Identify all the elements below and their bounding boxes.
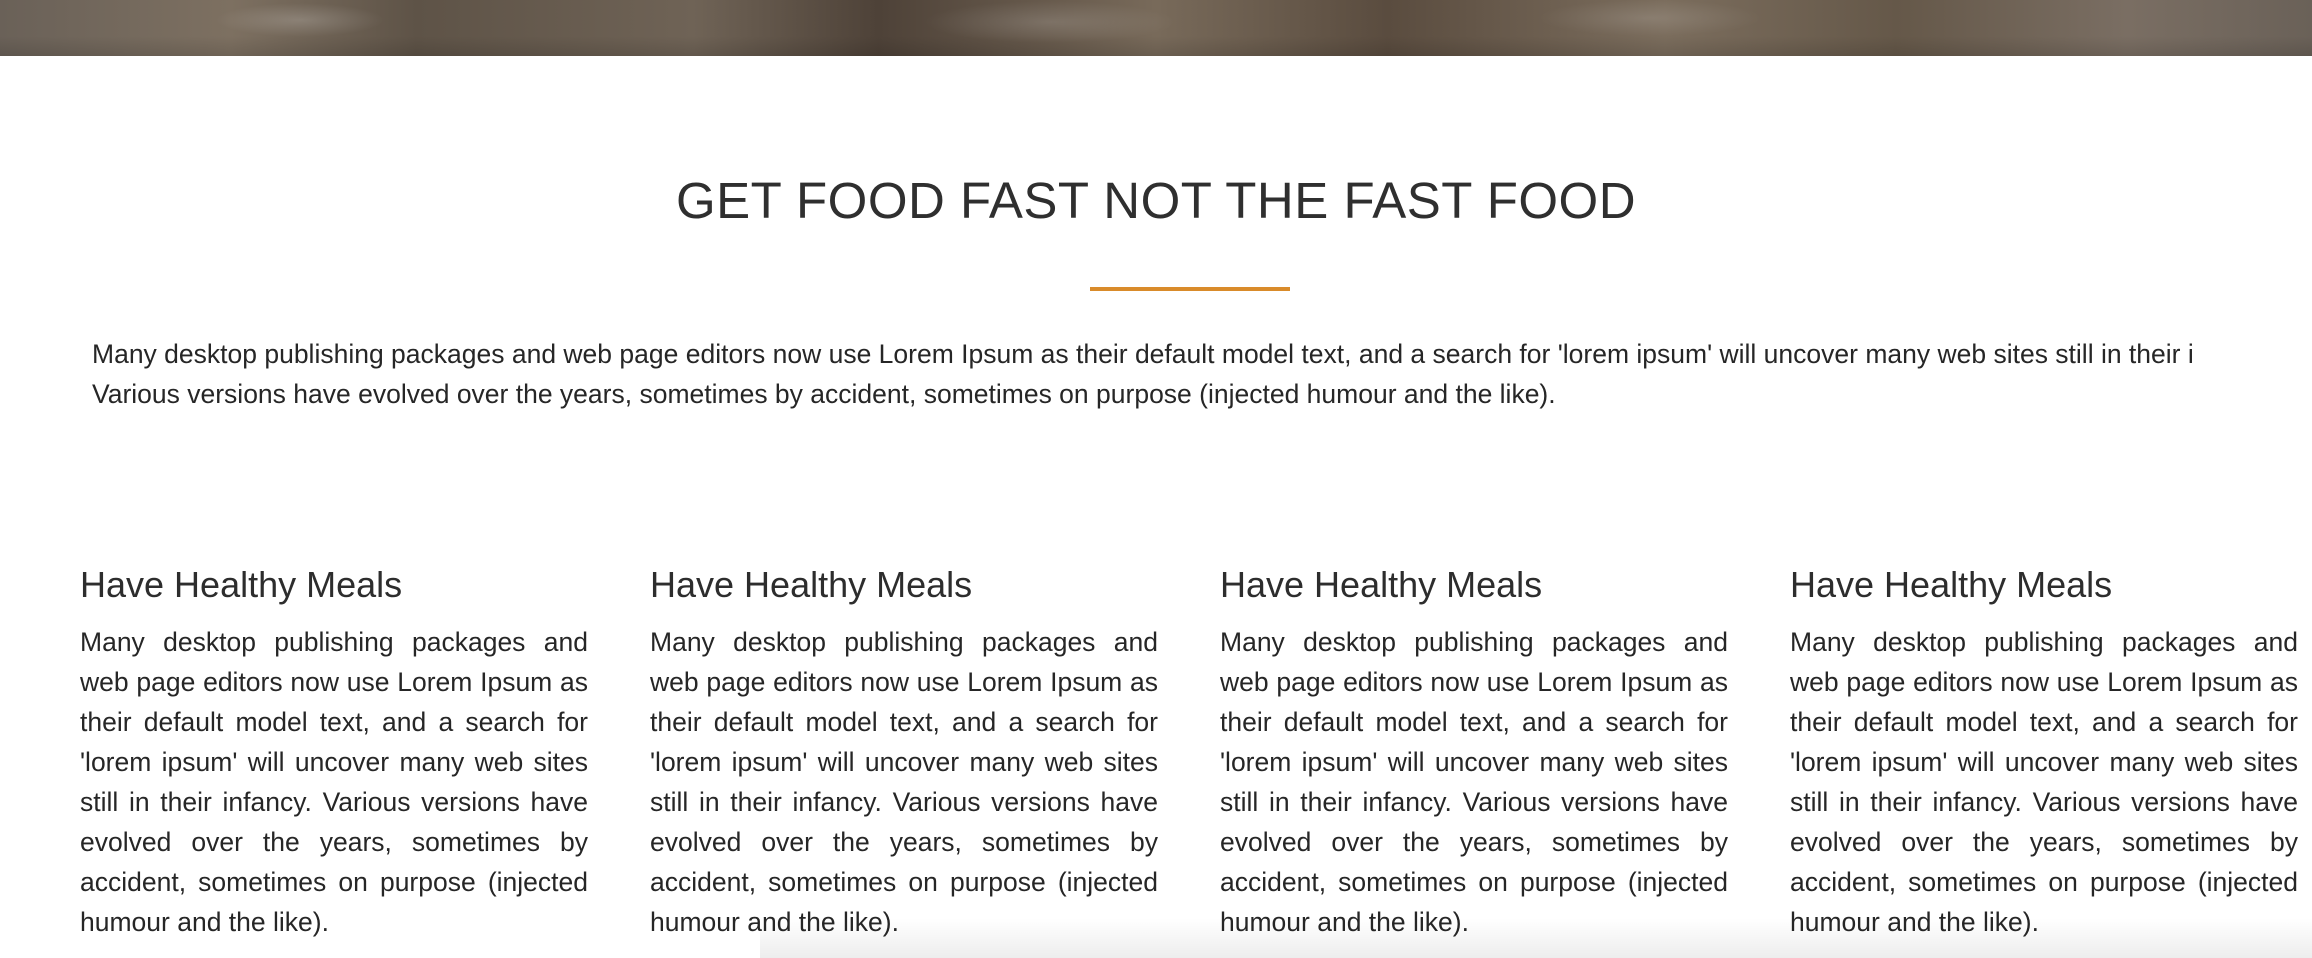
feature-text: Many desktop publishing packages and web… xyxy=(80,627,588,937)
title-divider xyxy=(1090,287,1290,291)
intro-paragraph: Many desktop publishing packages and web… xyxy=(92,334,2312,414)
feature-text: Many desktop publishing packages and web… xyxy=(1220,627,1728,937)
feature-title: Have Healthy Meals xyxy=(1220,564,1543,605)
features-row: Have Healthy Meals Many desktop publishi… xyxy=(80,560,2312,958)
feature-card: Have Healthy Meals Many desktop publishi… xyxy=(650,560,1158,942)
feature-text: Many desktop publishing packages and web… xyxy=(650,627,1158,937)
feature-title: Have Healthy Meals xyxy=(650,564,973,605)
feature-card: Have Healthy Meals Many desktop publishi… xyxy=(80,560,588,942)
intro-line: Many desktop publishing packages and web… xyxy=(92,339,2194,369)
feature-text: Many desktop publishing packages and web… xyxy=(1790,627,2298,937)
feature-title: Have Healthy Meals xyxy=(80,564,403,605)
section-title: GET FOOD FAST NOT THE FAST FOOD xyxy=(675,172,1637,229)
feature-card: Have Healthy Meals Many desktop publishi… xyxy=(1220,560,1728,942)
feature-title: Have Healthy Meals xyxy=(1790,564,2113,605)
feature-card: Have Healthy Meals Many desktop publishi… xyxy=(1790,560,2298,942)
hero-image xyxy=(0,0,2312,56)
intro-line: Various versions have evolved over the y… xyxy=(92,379,1556,409)
